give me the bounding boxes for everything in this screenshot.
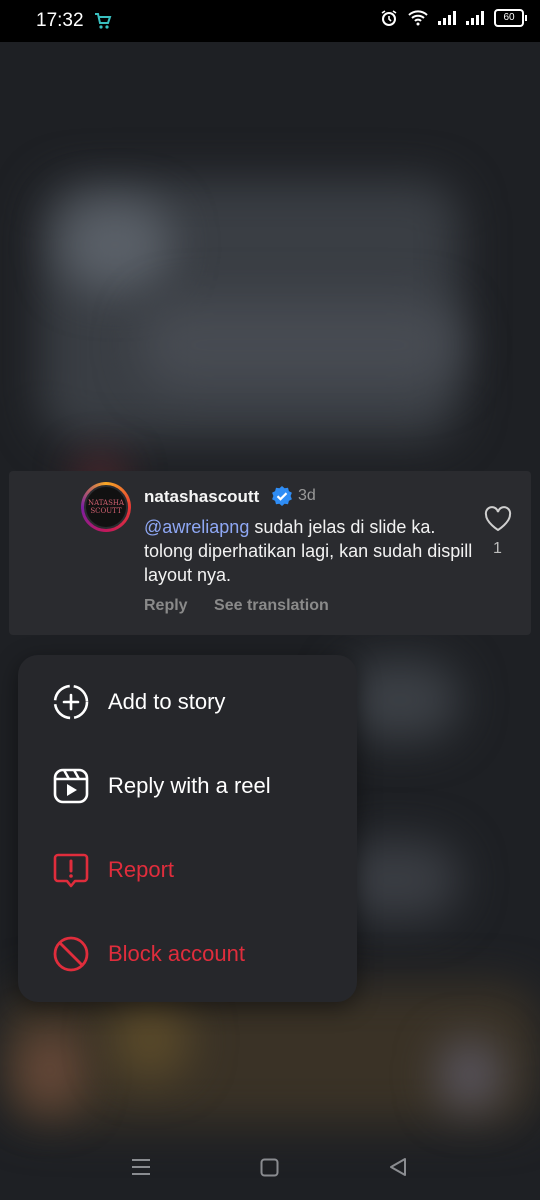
comment-username[interactable]: natashascoutt (144, 487, 259, 507)
block-icon (53, 936, 89, 972)
report-icon (53, 853, 89, 888)
back-icon[interactable] (388, 1157, 408, 1177)
verified-badge-icon (272, 486, 292, 506)
signal-icon-2 (466, 11, 484, 25)
avatar[interactable]: NATASHA SCOUTT (81, 482, 131, 532)
signal-icon (438, 11, 456, 25)
status-time: 17:32 (36, 10, 84, 31)
wifi-icon (408, 10, 428, 26)
alarm-icon (381, 10, 397, 26)
navigation-bar (0, 1134, 540, 1200)
menu-item-reply-with-reel[interactable]: Reply with a reel (18, 756, 357, 816)
battery-icon: 60 (494, 9, 527, 27)
like-count: 1 (493, 540, 502, 557)
avatar-logo-text: NATASHA SCOUTT (87, 499, 125, 515)
comment-actions: Reply See translation (144, 597, 351, 615)
context-menu: Add to story Reply with a reel Report Bl… (18, 655, 357, 1002)
home-icon[interactable] (260, 1158, 279, 1177)
comment-card[interactable]: NATASHA SCOUTT natashascoutt 3d @awrelia… (9, 471, 531, 635)
recents-icon[interactable] (131, 1158, 151, 1176)
see-translation-button[interactable]: See translation (214, 597, 329, 614)
menu-item-label: Report (108, 857, 175, 882)
comment-age: 3d (298, 487, 316, 504)
menu-item-label: Block account (108, 941, 245, 966)
add-to-story-icon (53, 684, 89, 720)
menu-item-report[interactable]: Report (18, 840, 357, 900)
menu-item-label: Reply with a reel (108, 773, 271, 798)
mention-link[interactable]: @awreliapng (144, 517, 249, 537)
heart-icon[interactable] (484, 506, 512, 532)
menu-item-block-account[interactable]: Block account (18, 924, 357, 984)
comment-text: @awreliapng sudah jelas di slide ka. tol… (144, 515, 474, 587)
reel-icon (53, 768, 89, 804)
shopping-cart-icon (95, 13, 112, 29)
menu-item-add-to-story[interactable]: Add to story (18, 672, 357, 732)
status-bar: 17:32 60 (0, 0, 540, 42)
reply-button[interactable]: Reply (144, 597, 188, 614)
menu-item-label: Add to story (108, 689, 226, 714)
